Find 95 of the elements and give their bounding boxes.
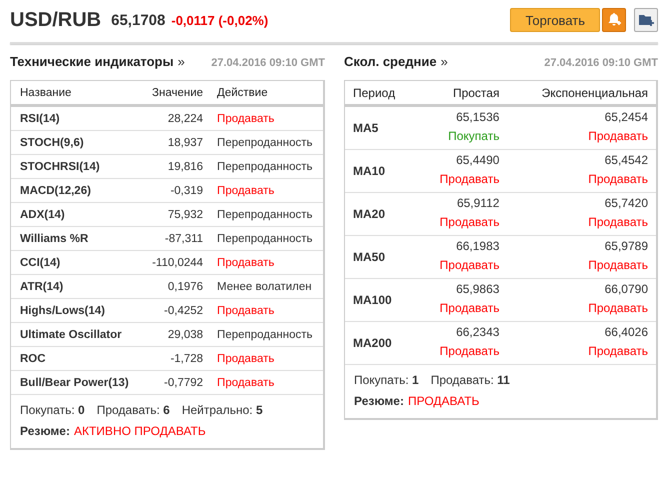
indicator-name: ROC	[11, 346, 140, 370]
period-name: MA200	[345, 322, 416, 364]
bell-plus-icon	[606, 12, 622, 28]
alert-button[interactable]	[602, 8, 626, 32]
indicator-value: 18,937	[140, 130, 208, 154]
average-signal: Продавать	[440, 215, 500, 229]
average-signal: Продавать	[440, 344, 500, 358]
folder-plus-icon	[638, 13, 654, 27]
indicator-action: Продавать	[208, 106, 323, 130]
summary-label: Резюме:	[354, 394, 404, 408]
indicator-value: -0,7792	[140, 370, 208, 394]
indicator-name: Highs/Lows(14)	[11, 298, 140, 322]
currency-pair: USD/RUB	[10, 8, 102, 32]
indicator-name: Ultimate Oscillator	[11, 322, 140, 346]
indicator-name: RSI(14)	[11, 106, 140, 130]
trade-button[interactable]: Торговать	[510, 8, 600, 32]
average-signal: Покупать	[448, 129, 500, 143]
average-signal: Продавать	[440, 172, 500, 186]
period-name: MA20	[345, 192, 416, 236]
average-value: 65,4542	[604, 153, 648, 167]
indicator-name: STOCHRSI(14)	[11, 154, 140, 178]
indicator-action: Продавать	[208, 178, 323, 202]
average-value: 65,9112	[456, 196, 500, 210]
period-name: MA10	[345, 150, 416, 192]
signal-count: Покупать: 1	[354, 373, 419, 387]
average-value: 66,1983	[456, 239, 500, 253]
average-signal: Продавать	[440, 301, 500, 315]
indicator-action: Перепроданность	[208, 154, 323, 178]
average-signal: Продавать	[588, 258, 648, 272]
indicator-value: -0,319	[140, 178, 208, 202]
average-signal: Продавать	[440, 258, 500, 272]
indicator-action: Продавать	[208, 346, 323, 370]
average-signal: Продавать	[588, 129, 648, 143]
period-name: MA50	[345, 236, 416, 278]
average-signal: Продавать	[588, 344, 648, 358]
indicator-name: ATR(14)	[11, 274, 140, 298]
timestamp: 27.04.2016 09:10 GMT	[544, 57, 658, 69]
more-arrow[interactable]: »	[178, 54, 185, 69]
column-header: Период	[345, 81, 416, 106]
indicator-value: -1,728	[140, 346, 208, 370]
indicator-name: Williams %R	[11, 226, 140, 250]
indicator-value: -0,4252	[140, 298, 208, 322]
indicator-value: -87,311	[140, 226, 208, 250]
average-value: 65,4490	[456, 153, 500, 167]
column-header: Название	[11, 81, 140, 106]
average-value: 66,2343	[456, 325, 500, 339]
section-title[interactable]: Технические индикаторы	[10, 54, 174, 69]
average-value: 65,9863	[456, 282, 500, 296]
timestamp: 27.04.2016 09:10 GMT	[211, 57, 325, 69]
average-value: 65,2454	[604, 110, 648, 124]
average-value: 66,0790	[604, 282, 648, 296]
summary-verdict: АКТИВНО ПРОДАВАТЬ	[74, 424, 206, 438]
indicator-name: STOCH(9,6)	[11, 130, 140, 154]
indicator-name: ADX(14)	[11, 202, 140, 226]
period-name: MA5	[345, 106, 416, 150]
average-value: 65,9789	[604, 239, 648, 253]
summary-verdict: ПРОДАВАТЬ	[408, 394, 480, 408]
indicator-action: Продавать	[208, 298, 323, 322]
signal-count: Продавать: 6	[96, 403, 170, 417]
average-value: 66,4026	[604, 325, 648, 339]
indicator-action: Перепроданность	[208, 130, 323, 154]
signal-count: Нейтрально: 5	[182, 403, 263, 417]
indicator-action: Продавать	[208, 370, 323, 394]
watchlist-button[interactable]	[634, 8, 658, 32]
average-signal: Продавать	[588, 301, 648, 315]
more-arrow[interactable]: »	[440, 54, 448, 69]
section-title[interactable]: Скол. средние	[344, 54, 437, 69]
indicator-value: 75,932	[140, 202, 208, 226]
column-header: Простая	[415, 81, 508, 106]
indicator-value: -110,0244	[140, 250, 208, 274]
average-value: 65,7420	[604, 196, 648, 210]
indicator-action: Перепроданность	[208, 322, 323, 346]
signal-count: Покупать: 0	[20, 403, 85, 417]
price: 65,1708	[111, 12, 166, 28]
indicator-name: MACD(12,26)	[11, 178, 140, 202]
column-header: Действие	[208, 81, 323, 106]
indicator-value: 19,816	[140, 154, 208, 178]
signal-count: Продавать: 11	[430, 373, 510, 387]
indicator-name: Bull/Bear Power(13)	[11, 370, 140, 394]
indicator-value: 29,038	[140, 322, 208, 346]
indicator-action: Перепроданность	[208, 226, 323, 250]
indicator-action: Перепроданность	[208, 202, 323, 226]
summary-label: Резюме:	[20, 424, 70, 438]
indicator-action: Продавать	[208, 250, 323, 274]
indicator-value: 28,224	[140, 106, 208, 130]
average-value: 65,1536	[456, 110, 500, 124]
average-signal: Продавать	[588, 172, 648, 186]
average-signal: Продавать	[588, 215, 648, 229]
indicator-action: Менее волатилен	[208, 274, 323, 298]
price-change: -0,0117 (-0,02%)	[171, 12, 268, 28]
period-name: MA100	[345, 278, 416, 322]
column-header: Экспоненциальная	[507, 81, 656, 106]
column-header: Значение	[140, 81, 208, 106]
indicator-value: 0,1976	[140, 274, 208, 298]
indicator-name: CCI(14)	[11, 250, 140, 274]
